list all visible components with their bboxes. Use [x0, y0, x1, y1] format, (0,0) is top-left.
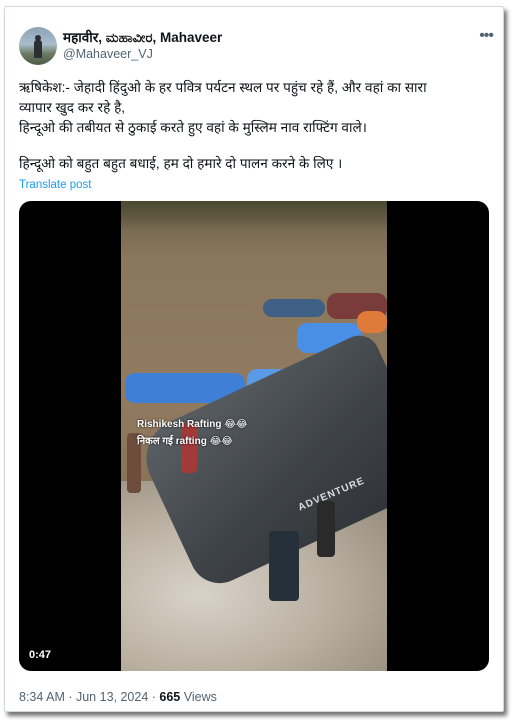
- tweet-line: ऋषिकेश:- जेहादी हिंदुओ के हर पवित्र पर्य…: [19, 80, 427, 95]
- video-overlay-title: Rishikesh Rafting 😂😂: [137, 419, 248, 430]
- avatar-body: [34, 40, 42, 58]
- tweet-card: महावीर, ಮಹಾವೀರ, Mahaveer @Mahaveer_VJ ••…: [4, 6, 504, 712]
- author-display-name[interactable]: महावीर, ಮಹಾವೀರ, Mahaveer: [63, 28, 222, 46]
- translate-post-link[interactable]: Translate post: [19, 179, 91, 191]
- trees-background: [121, 201, 387, 231]
- views-count: 665: [159, 690, 181, 704]
- person: [317, 501, 335, 557]
- meta-separator: ·: [64, 690, 76, 704]
- tweet-line: हिन्दूओ की तबीयत से ठुकाई करते हुए वहां …: [19, 120, 367, 135]
- post-date[interactable]: Jun 13, 2024: [76, 690, 148, 704]
- profile-avatar[interactable]: [19, 27, 57, 65]
- tweet-meta: 8:34 AM · Jun 13, 2024 · 665 Views: [19, 690, 217, 704]
- more-options-icon[interactable]: •••: [479, 27, 494, 45]
- person: [181, 423, 197, 473]
- tweet-line: हिन्दूओ को बहुत बहुत बधाई, हम दो हमारे द…: [19, 156, 343, 171]
- video-player[interactable]: ADVENTURE Rishikesh Rafting 😂😂 निकल गई r…: [19, 201, 489, 671]
- views-label: Views: [183, 690, 217, 704]
- meta-separator: ·: [148, 690, 160, 704]
- author-handle[interactable]: @Mahaveer_VJ: [63, 47, 153, 61]
- raft: [357, 311, 387, 333]
- person: [269, 531, 299, 601]
- raft: [263, 299, 325, 317]
- tweet-line: व्यापार खुद कर रहे है,: [19, 100, 126, 115]
- video-overlay-subtitle: निकल गई rafting 😂😂: [137, 436, 233, 447]
- tweet-text: ऋषिकेश:- जेहादी हिंदुओ के हर पवित्र पर्य…: [19, 78, 489, 174]
- post-time[interactable]: 8:34 AM: [19, 690, 65, 704]
- video-duration: 0:47: [29, 649, 52, 661]
